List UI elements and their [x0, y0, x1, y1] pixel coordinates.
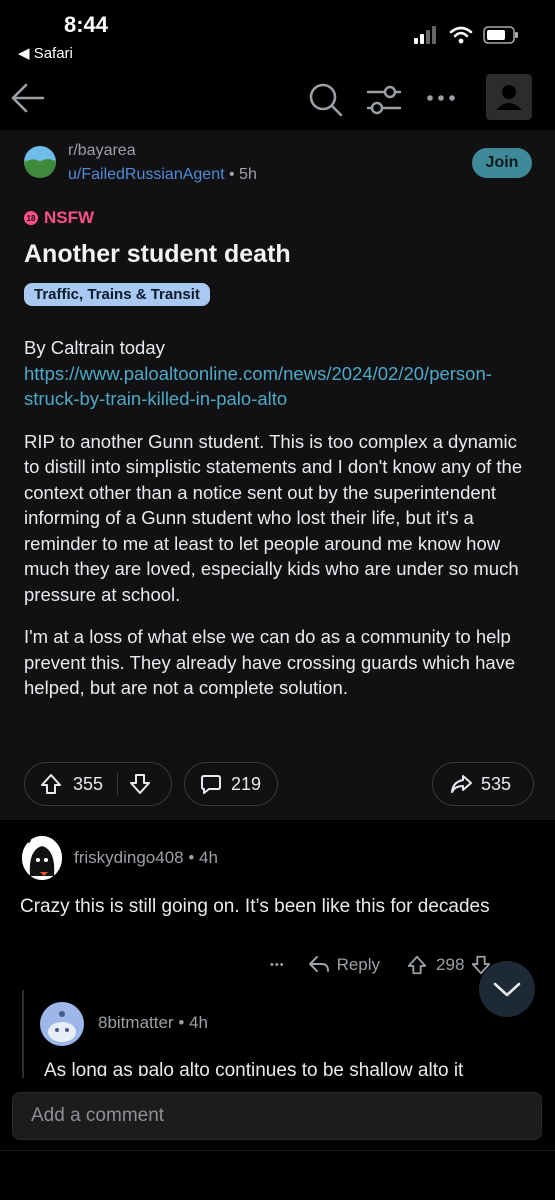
- reply-author-line: 8bitmatter • 4h: [98, 1013, 208, 1033]
- comment-upvote-icon[interactable]: [406, 954, 428, 976]
- comment-actions: ••• Reply 298: [270, 950, 492, 980]
- comment-text: Crazy this is still going on. It’s been …: [20, 896, 490, 917]
- bottom-divider: [0, 1150, 555, 1151]
- add-comment-placeholder: Add a comment: [31, 1105, 165, 1126]
- subreddit-icon[interactable]: [24, 146, 56, 178]
- comment-author-line: friskydingo408 • 4h: [74, 848, 218, 868]
- subreddit-name[interactable]: r/bayarea: [68, 142, 136, 160]
- share-count: 535: [481, 773, 512, 794]
- add-comment-input[interactable]: Add a comment: [12, 1092, 542, 1140]
- comment-count: 219: [231, 773, 262, 794]
- comment-score: 298: [436, 955, 465, 974]
- battery-icon: [483, 26, 518, 44]
- post-text: By Caltrain today: [24, 337, 165, 358]
- comment-author[interactable]: friskydingo408: [74, 848, 184, 867]
- back-arrow-icon[interactable]: [10, 80, 46, 116]
- back-to-safari-link[interactable]: ◀ Safari: [18, 44, 73, 62]
- top-nav-bar: [0, 70, 555, 130]
- nsfw-tag: 18 NSFW: [24, 208, 94, 228]
- sort-options-icon[interactable]: [366, 84, 402, 116]
- share-button[interactable]: 535: [432, 762, 534, 806]
- upvote-icon[interactable]: [39, 772, 63, 796]
- reply-author[interactable]: 8bitmatter: [98, 1013, 174, 1032]
- comment-age: • 4h: [183, 848, 218, 867]
- post-paragraph: RIP to another Gunn student. This is too…: [24, 430, 523, 605]
- reply-age: • 4h: [173, 1013, 208, 1032]
- next-comment-button[interactable]: [479, 961, 535, 1017]
- article-link[interactable]: https://www.paloaltoonline.com/news/2024…: [24, 363, 492, 410]
- cellular-signal-icon: [414, 26, 436, 44]
- user-profile-button[interactable]: [486, 74, 532, 120]
- wifi-icon: [449, 26, 473, 44]
- post-flair[interactable]: Traffic, Trains & Transit: [24, 283, 210, 306]
- comment-more-button[interactable]: •••: [270, 959, 285, 971]
- post-paragraph: By Caltrain today https://www.paloaltoon…: [24, 335, 534, 412]
- comment-bubble-icon: [201, 775, 221, 794]
- chevron-down-icon: [493, 982, 521, 997]
- post-title: Another student death: [24, 240, 291, 268]
- system-icons: [413, 26, 519, 44]
- share-arrow-icon: [451, 775, 472, 793]
- downvote-icon[interactable]: [128, 772, 152, 796]
- reply-arrow-icon[interactable]: [307, 954, 331, 976]
- vote-pill: 355: [24, 762, 172, 806]
- post-author-line: u/FailedRussianAgent • 5h: [68, 166, 257, 184]
- vote-count: 355: [73, 773, 104, 794]
- post-actions: 355 219 535: [24, 762, 534, 808]
- commenter-avatar[interactable]: [22, 836, 62, 880]
- reply-author-avatar[interactable]: [40, 1002, 84, 1046]
- status-bar: 8:44 ◀ Safari: [0, 0, 555, 70]
- more-options-icon[interactable]: [426, 92, 456, 104]
- reply-text: As long as palo alto continues to be sha…: [44, 1060, 464, 1076]
- join-button[interactable]: Join: [472, 148, 532, 178]
- search-icon[interactable]: [308, 82, 344, 118]
- post-body: By Caltrain today https://www.paloaltoon…: [24, 335, 534, 718]
- nsfw-18-icon: 18: [24, 211, 38, 225]
- vote-divider: [117, 773, 119, 795]
- clock: 8:44: [64, 12, 109, 37]
- comments-button[interactable]: 219: [184, 762, 278, 806]
- reply-button[interactable]: Reply: [337, 955, 380, 975]
- nsfw-label: NSFW: [44, 208, 95, 227]
- post-paragraph: I'm at a loss of what else we can do as …: [24, 626, 516, 698]
- thread-line[interactable]: [22, 990, 24, 1080]
- post-age: • 5h: [224, 166, 257, 183]
- post-author[interactable]: u/FailedRussianAgent: [68, 166, 225, 183]
- user-avatar-icon: [496, 85, 522, 110]
